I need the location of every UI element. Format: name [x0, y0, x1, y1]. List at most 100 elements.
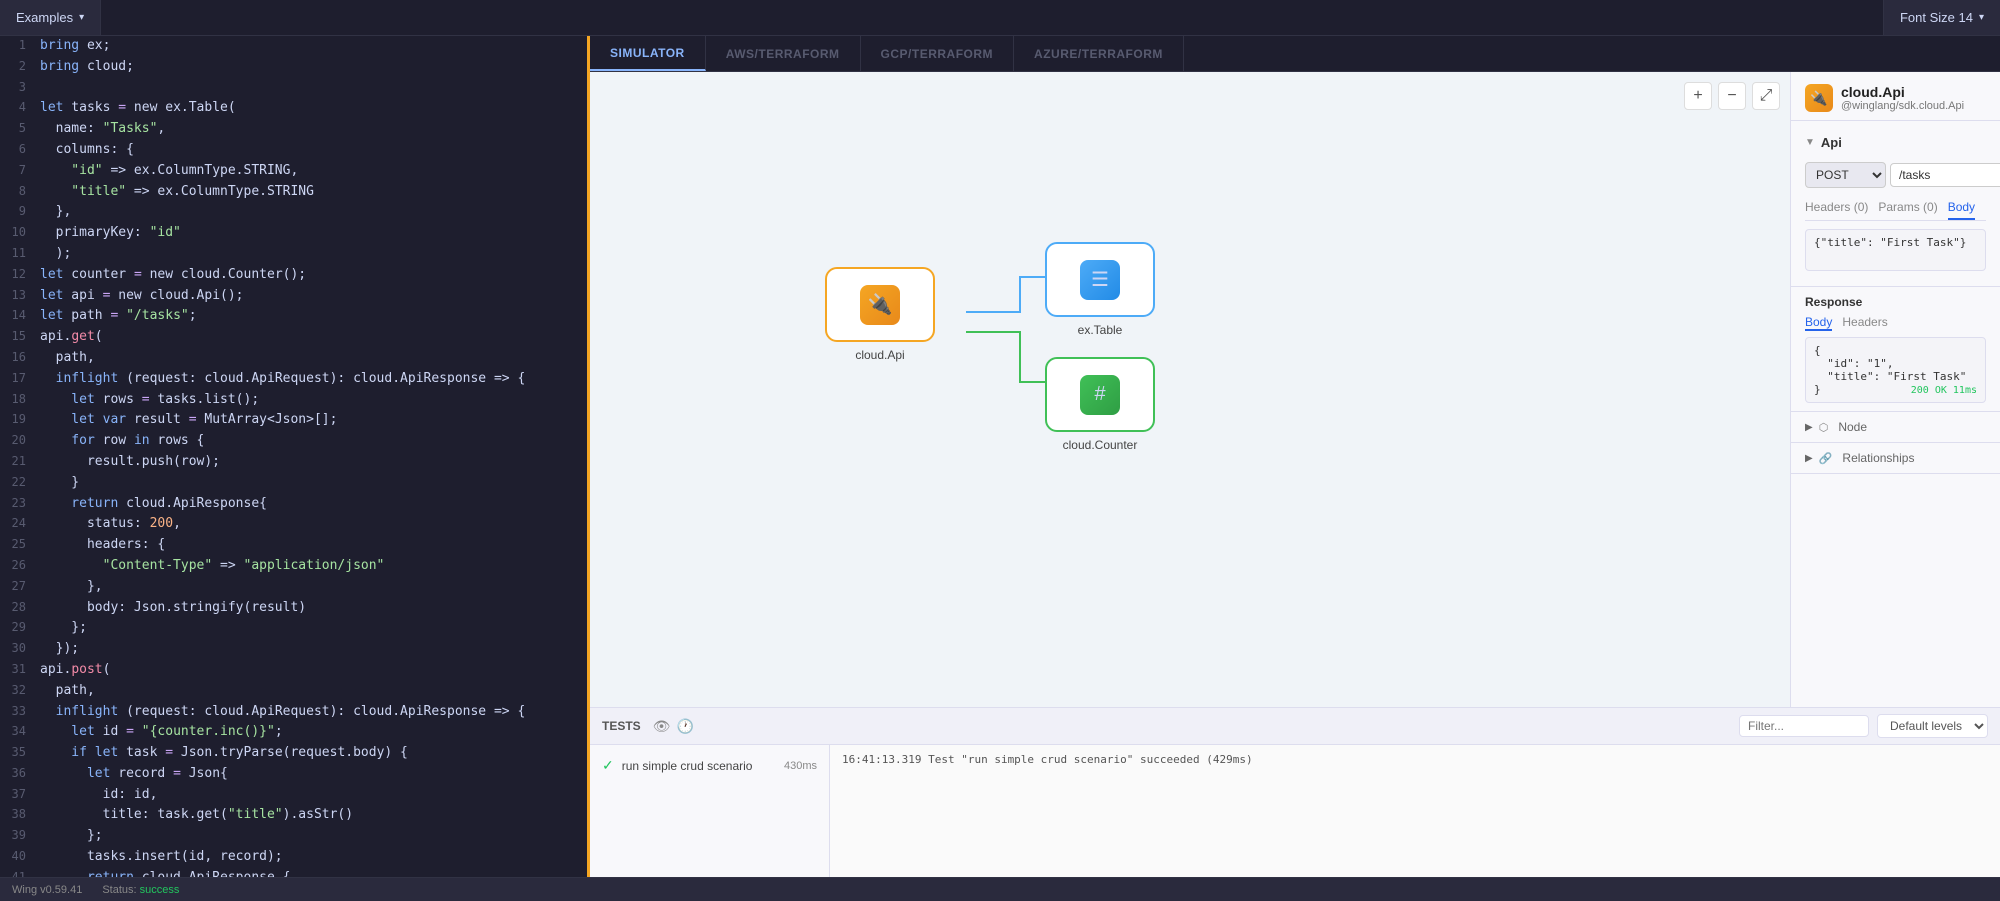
code-line: 3: [0, 78, 587, 99]
line-content: return cloud.ApiResponse{: [36, 494, 587, 515]
line-content: };: [36, 826, 587, 847]
line-number: 25: [0, 535, 36, 556]
line-content: if let task = Json.tryParse(request.body…: [36, 743, 587, 764]
eye-icon[interactable]: 👁: [653, 718, 671, 735]
code-line: 7 "id" => ex.ColumnType.STRING,: [0, 161, 587, 182]
relationships-toggle[interactable]: ▶ 🔗 Relationships: [1805, 451, 1986, 465]
line-content: path,: [36, 348, 587, 369]
levels-select[interactable]: Default levels: [1877, 714, 1988, 738]
examples-button[interactable]: Examples ▾: [0, 0, 101, 35]
line-content: title: task.get("title").asStr(): [36, 805, 587, 826]
api-section-toggle[interactable]: ▼ Api: [1805, 131, 1986, 154]
line-content: return cloud.ApiResponse {: [36, 868, 587, 877]
code-line: 4let tasks = new ex.Table(: [0, 98, 587, 119]
line-number: 15: [0, 327, 36, 348]
endpoint-input[interactable]: [1890, 163, 2000, 187]
font-size-button[interactable]: Font Size 14 ▾: [1883, 0, 2000, 35]
api-request-tabs: Headers (0) Params (0) Body: [1805, 196, 1986, 221]
response-body: { "id": "1", "title": "First Task" } 200…: [1805, 337, 1986, 403]
zoom-out-button[interactable]: −: [1718, 82, 1746, 110]
wing-version: Wing v0.59.41: [12, 884, 82, 896]
arrow-right-icon-2: ▶: [1805, 453, 1813, 464]
tab-body[interactable]: Body: [1948, 196, 1975, 220]
code-line: 13let api = new cloud.Api();: [0, 286, 587, 307]
relationships-label: Relationships: [1842, 451, 1914, 465]
code-line: 16 path,: [0, 348, 587, 369]
line-content: body: Json.stringify(result): [36, 598, 587, 619]
resource-path: @winglang/sdk.cloud.Api: [1841, 100, 1964, 112]
tab-azure[interactable]: AZURE/TERRAFORM: [1014, 36, 1184, 71]
response-tab-headers[interactable]: Headers: [1842, 315, 1887, 331]
line-content: name: "Tasks",: [36, 119, 587, 140]
tests-log: 16:41:13.319 Test "run simple crud scena…: [830, 745, 2000, 877]
test-pass-icon: ✓: [602, 757, 614, 774]
inspector-panel: 🔌 cloud.Api @winglang/sdk.cloud.Api ▼ Ap…: [1790, 72, 2000, 707]
line-number: 30: [0, 639, 36, 660]
line-content: );: [36, 244, 587, 265]
clock-icon[interactable]: 🕐: [676, 718, 693, 735]
zoom-fit-button[interactable]: ⤢: [1752, 82, 1780, 110]
code-line: 8 "title" => ex.ColumnType.STRING: [0, 182, 587, 203]
tests-label: TESTS: [602, 719, 641, 733]
code-line: 15api.get(: [0, 327, 587, 348]
line-content: },: [36, 577, 587, 598]
line-number: 14: [0, 306, 36, 327]
filter-input[interactable]: [1739, 715, 1869, 737]
code-line: 12let counter = new cloud.Counter();: [0, 265, 587, 286]
line-number: 37: [0, 785, 36, 806]
code-line: 30 });: [0, 639, 587, 660]
line-content: let rows = tasks.list();: [36, 390, 587, 411]
response-tab-body[interactable]: Body: [1805, 315, 1832, 331]
chevron-down-icon: ▾: [1979, 12, 1984, 23]
node-toggle[interactable]: ▶ ⬡ Node: [1805, 420, 1986, 434]
line-number: 2: [0, 57, 36, 78]
line-number: 27: [0, 577, 36, 598]
test-time: 430ms: [784, 760, 817, 772]
tab-params[interactable]: Params (0): [1878, 196, 1937, 220]
status-value: success: [140, 884, 180, 896]
tab-simulator[interactable]: SIMULATOR: [590, 36, 706, 71]
counter-icon: #: [1094, 383, 1105, 406]
line-number: 5: [0, 119, 36, 140]
line-content: let api = new cloud.Api();: [36, 286, 587, 307]
line-number: 26: [0, 556, 36, 577]
code-line: 19 let var result = MutArray<Json>[];: [0, 410, 587, 431]
line-number: 8: [0, 182, 36, 203]
code-line: 36 let record = Json{: [0, 764, 587, 785]
line-number: 9: [0, 202, 36, 223]
line-number: 10: [0, 223, 36, 244]
node-table[interactable]: ☰ ex.Table: [1045, 242, 1155, 337]
line-content: let var result = MutArray<Json>[];: [36, 410, 587, 431]
line-number: 41: [0, 868, 36, 877]
tab-aws[interactable]: AWS/TERRAFORM: [706, 36, 861, 71]
code-line: 29 };: [0, 618, 587, 639]
line-content: for row in rows {: [36, 431, 587, 452]
code-line: 10 primaryKey: "id": [0, 223, 587, 244]
code-line: 14let path = "/tasks";: [0, 306, 587, 327]
body-input[interactable]: {"title": "First Task"}: [1805, 229, 1986, 271]
line-number: 22: [0, 473, 36, 494]
line-content: status: 200,: [36, 514, 587, 535]
code-line: 6 columns: {: [0, 140, 587, 161]
node-counter[interactable]: # cloud.Counter: [1045, 357, 1155, 452]
code-line: 24 status: 200,: [0, 514, 587, 535]
tab-headers[interactable]: Headers (0): [1805, 196, 1868, 220]
zoom-in-button[interactable]: +: [1684, 82, 1712, 110]
tab-gcp[interactable]: GCP/TERRAFORM: [861, 36, 1015, 71]
line-number: 28: [0, 598, 36, 619]
code-line: 32 path,: [0, 681, 587, 702]
test-item[interactable]: ✓ run simple crud scenario 430ms: [590, 751, 829, 780]
line-content: columns: {: [36, 140, 587, 161]
code-editor[interactable]: 1bring ex;2bring cloud;3 4let tasks = ne…: [0, 36, 590, 877]
code-line: 35 if let task = Json.tryParse(request.b…: [0, 743, 587, 764]
node-api[interactable]: 🔌 cloud.Api: [825, 267, 935, 362]
code-line: 34 let id = "{counter.inc()}";: [0, 722, 587, 743]
line-content: inflight (request: cloud.ApiRequest): cl…: [36, 369, 587, 390]
line-number: 12: [0, 265, 36, 286]
response-title: Response: [1805, 295, 1986, 309]
line-number: 39: [0, 826, 36, 847]
line-content: "id" => ex.ColumnType.STRING,: [36, 161, 587, 182]
line-content: let id = "{counter.inc()}";: [36, 722, 587, 743]
line-number: 6: [0, 140, 36, 161]
method-select[interactable]: POST GET PUT DELETE: [1805, 162, 1886, 188]
